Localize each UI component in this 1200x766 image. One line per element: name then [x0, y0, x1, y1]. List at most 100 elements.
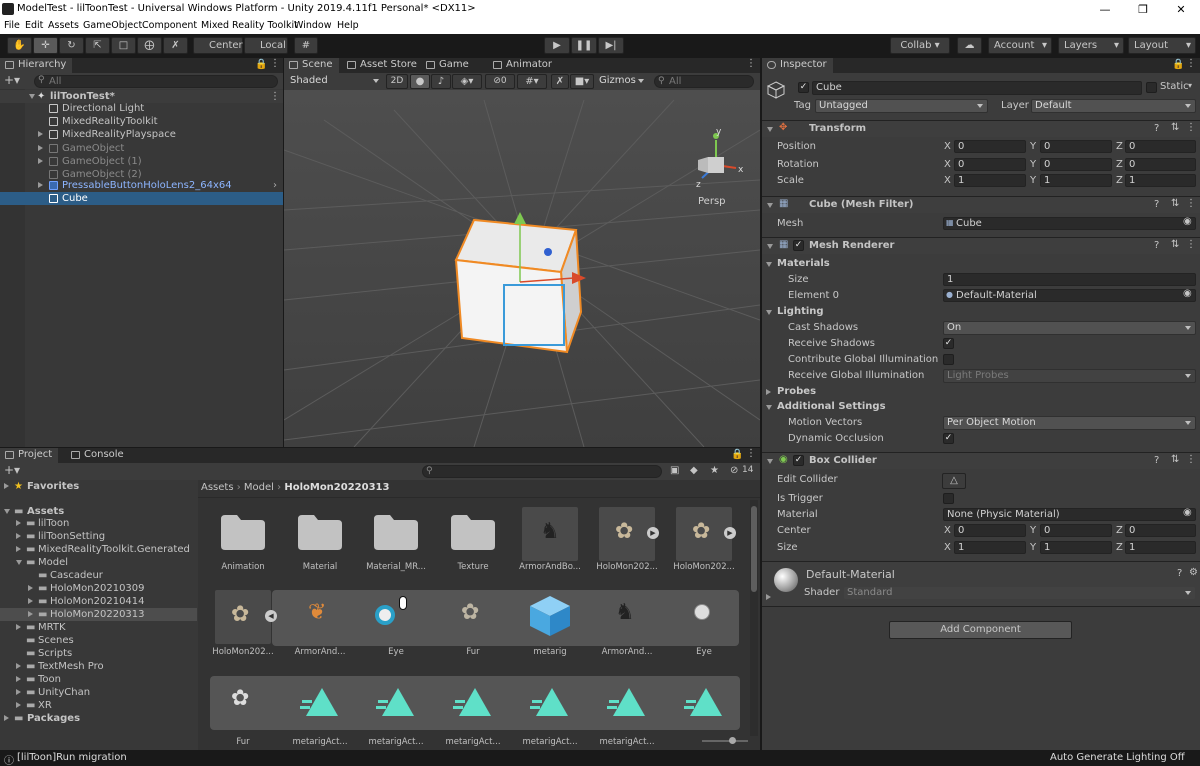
add-component-button[interactable]: Add Component [889, 621, 1072, 639]
lighting-toggle[interactable]: ● [410, 74, 430, 89]
icon-size-slider[interactable] [702, 740, 748, 742]
material-object-field[interactable]: Default-Material [943, 289, 1196, 302]
position-y-input[interactable]: 0 [1040, 140, 1112, 153]
asset-tile[interactable]: Texture [437, 505, 509, 572]
scrollbar-thumb[interactable] [751, 506, 757, 592]
tree-item[interactable]: ▬ Scripts [0, 647, 197, 660]
tree-item[interactable]: ▬ MixedRealityToolkit.Generated [0, 543, 197, 556]
expand-icon[interactable] [38, 158, 43, 164]
help-icon[interactable]: ? [1154, 455, 1159, 466]
lock-icon[interactable]: 🔒 [255, 59, 267, 70]
persp-label[interactable]: Persp [698, 196, 726, 207]
eye-slash-icon[interactable]: ⊘ [730, 465, 738, 476]
position-x-input[interactable]: 0 [954, 140, 1026, 153]
asset-tile[interactable]: ✿ Fur [437, 590, 509, 658]
collab-dropdown[interactable]: Collab ▾ [890, 37, 950, 54]
expand-icon[interactable] [16, 689, 21, 695]
pivot-center-button[interactable]: Center [193, 37, 243, 54]
hierarchy-item[interactable]: GameObject (1) [0, 155, 283, 168]
transform-header[interactable]: ✥ Transform ? ⇅ ⋮ [762, 120, 1200, 137]
expand-icon[interactable] [4, 509, 10, 514]
materials-size-input[interactable]: 1 [943, 273, 1196, 286]
hierarchy-item[interactable]: PressableButtonHoloLens2_64x64 › [0, 179, 283, 192]
asset-tile[interactable]: ✿ ▶ HoloMon202... [591, 505, 663, 572]
motion-vectors-dropdown[interactable]: Per Object Motion [943, 416, 1196, 430]
move-tool-button[interactable]: ✛ [33, 37, 58, 54]
minimize-button[interactable]: — [1086, 0, 1124, 19]
expand-icon[interactable] [28, 598, 33, 604]
lighting-foldout[interactable]: Lighting [777, 306, 824, 317]
rotation-x-input[interactable]: 0 [954, 158, 1026, 171]
close-button[interactable]: ✕ [1162, 0, 1200, 19]
center-z-input[interactable]: 0 [1125, 524, 1196, 537]
tab-scene[interactable]: Scene [284, 58, 339, 73]
mesh-filter-header[interactable]: ▦ Cube (Mesh Filter) ? ⇅ ⋮ [762, 196, 1200, 213]
status-message[interactable]: [lilToon]Run migration [17, 752, 127, 763]
expand-icon[interactable] [767, 244, 773, 249]
object-picker-icon[interactable]: ◉ [1183, 288, 1192, 299]
menu-gameobject[interactable]: GameObject [83, 20, 142, 31]
kebab-menu-icon[interactable]: ⋮ [1186, 58, 1196, 69]
layers-dropdown[interactable]: Layers ▾ [1058, 37, 1124, 54]
expand-icon[interactable] [766, 262, 772, 267]
menu-assets[interactable]: Assets [48, 20, 79, 31]
expand-icon[interactable] [16, 533, 21, 539]
scale-x-input[interactable]: 1 [954, 174, 1026, 187]
tab-console[interactable]: Console [66, 448, 130, 463]
expand-icon[interactable] [766, 310, 772, 315]
expand-icon[interactable] [766, 594, 771, 600]
kebab-menu-icon[interactable]: ⋮ [1186, 454, 1196, 465]
kebab-menu-icon[interactable]: ⋮ [746, 448, 756, 459]
expand-arrow-icon[interactable]: ▶ [724, 527, 736, 539]
expand-icon[interactable] [767, 127, 773, 132]
tree-item[interactable]: ▬ lilToonSetting [0, 530, 197, 543]
tree-item[interactable]: ▬ lilToon [0, 517, 197, 530]
kebab-menu-icon[interactable]: ⋮ [1186, 239, 1196, 250]
menu-component[interactable]: Component [142, 20, 197, 31]
layer-dropdown[interactable]: Default [1031, 99, 1196, 113]
expand-icon[interactable] [38, 145, 43, 151]
rotate-tool-button[interactable]: ↻ [59, 37, 84, 54]
cast-shadows-dropdown[interactable]: On [943, 321, 1196, 335]
tree-item[interactable]: ▬ HoloMon20210309 [0, 582, 197, 595]
additional-settings-foldout[interactable]: Additional Settings [777, 401, 886, 412]
asset-tile[interactable]: metarigAct... [591, 680, 663, 747]
shading-mode-dropdown[interactable]: Shaded [286, 74, 384, 88]
receive-shadows-checkbox[interactable]: ✓ [943, 338, 954, 349]
expand-icon[interactable] [4, 715, 9, 721]
hierarchy-item[interactable]: GameObject [0, 142, 283, 155]
materials-foldout[interactable]: Materials [777, 258, 830, 269]
size-z-input[interactable]: 1 [1125, 541, 1196, 554]
asset-tile[interactable]: metarigAct... [284, 680, 356, 747]
asset-tile[interactable]: Material_MR... [360, 505, 432, 572]
menu-edit[interactable]: Edit [25, 20, 43, 31]
tab-project[interactable]: Project [0, 448, 59, 463]
expand-arrow-icon[interactable]: ▶ [647, 527, 659, 539]
gizmos-dropdown[interactable]: Gizmos [595, 74, 649, 88]
expand-icon[interactable] [16, 624, 21, 630]
expand-icon[interactable] [38, 131, 43, 137]
2d-toggle[interactable]: 2D [386, 74, 408, 89]
account-dropdown[interactable]: Account ▾ [988, 37, 1052, 54]
rotation-z-input[interactable]: 0 [1125, 158, 1196, 171]
asset-tile[interactable]: Material [284, 505, 356, 572]
expand-icon[interactable] [767, 203, 773, 208]
tree-item-selected[interactable]: ▬ HoloMon20220313 [0, 608, 197, 621]
asset-tile[interactable]: Eye [668, 590, 740, 658]
center-x-input[interactable]: 0 [954, 524, 1026, 537]
label-tag-icon[interactable]: ◆ [690, 465, 698, 476]
object-picker-icon[interactable]: ◉ [1183, 216, 1192, 227]
expand-icon[interactable] [38, 182, 43, 188]
tree-item[interactable]: ▬ Scenes [0, 634, 197, 647]
probes-foldout[interactable]: Probes [777, 386, 816, 397]
hierarchy-search-input[interactable]: All [34, 75, 278, 88]
asset-tile[interactable]: ✿ Fur [207, 680, 279, 747]
scale-z-input[interactable]: 1 [1125, 174, 1196, 187]
mesh-object-field[interactable]: Cube [943, 217, 1196, 230]
tab-asset-store[interactable]: Asset Store [342, 58, 423, 73]
asset-tile[interactable]: Animation [207, 505, 279, 572]
menu-mixed-reality-toolkit[interactable]: Mixed Reality Toolkit [201, 20, 298, 31]
mesh-renderer-header[interactable]: ▦ ✓ Mesh Renderer ? ⇅ ⋮ [762, 237, 1200, 254]
kebab-menu-icon[interactable]: ⋮ [1186, 198, 1196, 209]
expand-icon[interactable] [28, 611, 33, 617]
